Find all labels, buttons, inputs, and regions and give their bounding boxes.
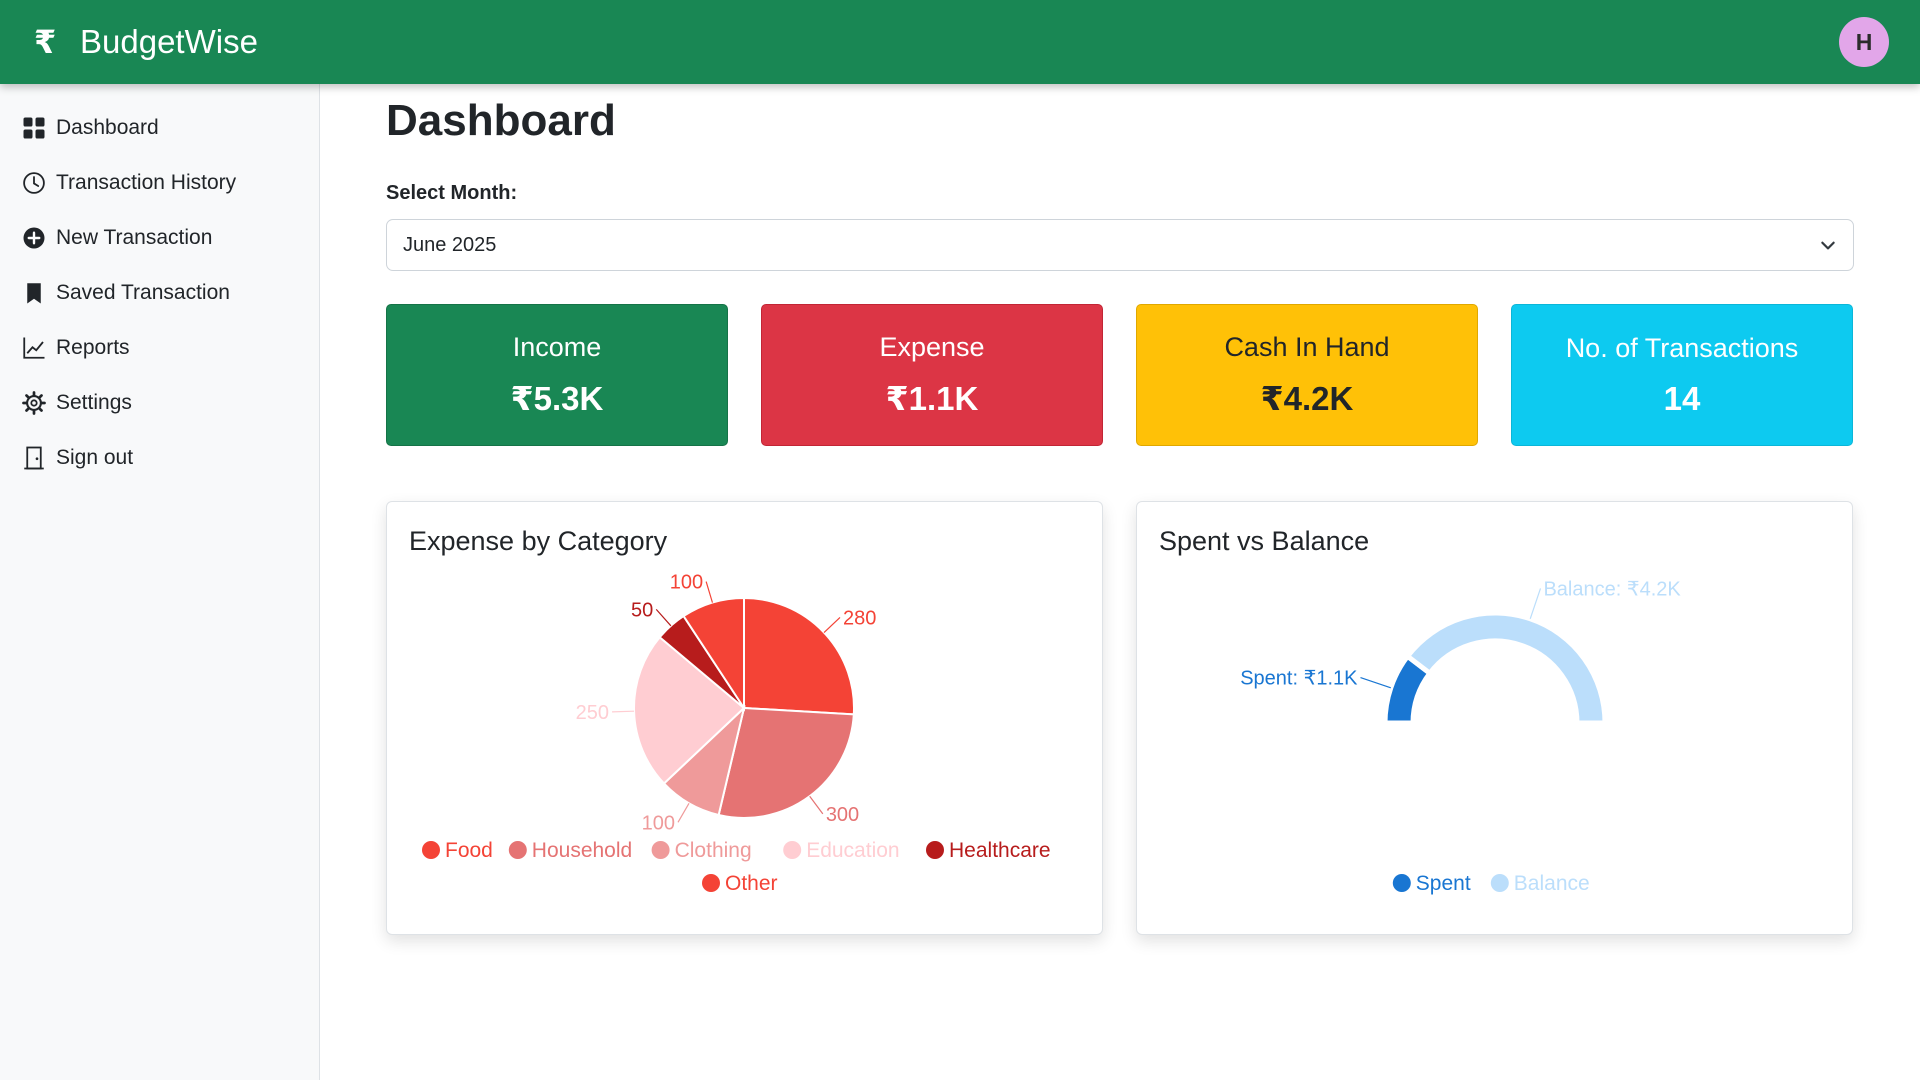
pie-data-label: 50 xyxy=(631,599,653,621)
legend-item-clothing: Clothing xyxy=(675,839,752,862)
chart-title: Spent vs Balance xyxy=(1159,526,1370,556)
sidebar-item-label: Reports xyxy=(56,335,130,359)
sidebar-item-new-transaction[interactable]: New Transaction xyxy=(0,210,319,265)
sidebar-item-label: Sign out xyxy=(56,445,134,469)
chart-title: Expense by Category xyxy=(409,526,668,556)
month-select-value: June 2025 xyxy=(403,233,497,256)
clock-icon xyxy=(23,171,45,194)
chevron-down-icon xyxy=(1821,241,1835,250)
pie-label-connector xyxy=(655,608,672,627)
gear-icon xyxy=(22,390,46,415)
legend-marker-healthcare xyxy=(926,841,944,859)
brand[interactable]: ₹ BudgetWise xyxy=(34,23,258,61)
cash-in-hand-value: ₹4.2K xyxy=(1260,380,1354,417)
transactions-count-card: No. of Transactions 14 xyxy=(1511,304,1853,446)
legend-item-spent: Spent xyxy=(1416,872,1471,895)
legend-marker-household xyxy=(508,841,527,859)
legend-item-balance: Balance xyxy=(1514,872,1590,895)
gauge-label-connector xyxy=(1529,588,1542,619)
sidebar-item-settings[interactable]: Settings xyxy=(0,375,319,430)
legend-item-healthcare: Healthcare xyxy=(949,839,1051,862)
legend-item-education: Education xyxy=(806,839,899,862)
transactions-count-value: 14 xyxy=(1663,379,1701,417)
legend-marker-spent xyxy=(1392,874,1411,892)
income-title: Income xyxy=(512,332,602,362)
gauge-segment-balance xyxy=(1404,610,1608,726)
top-navbar: ₹ BudgetWise H xyxy=(0,0,1920,84)
pie-data-label: 100 xyxy=(670,572,703,594)
charts-row: 280 300 100 250 50 100 Food Household Clothing Ed… xyxy=(386,501,1854,935)
grid-icon xyxy=(23,117,45,138)
pie-data-label: 280 xyxy=(843,607,876,629)
pie-data-label: 250 xyxy=(576,702,609,724)
legend-marker-clothing xyxy=(651,841,670,859)
sidebar-item-reports[interactable]: Reports xyxy=(0,320,319,375)
page-title: Dashboard xyxy=(386,96,616,145)
spent-balance-gauge-chart: Spent: ₹1.1K Balance: ₹4.2K Spent Balance xyxy=(1240,578,1681,895)
bookmark-icon xyxy=(27,282,41,303)
legend-marker-other xyxy=(702,874,720,892)
transactions-count-title: No. of Transactions xyxy=(1565,332,1799,363)
expense-title: Expense xyxy=(879,332,985,362)
door-icon xyxy=(24,446,44,469)
legend-marker-education xyxy=(783,841,802,859)
rupee-icon: ₹ xyxy=(34,24,57,60)
income-value: ₹5.3K xyxy=(510,380,604,417)
sidebar-item-sign-out[interactable]: Sign out xyxy=(0,430,319,485)
gauge-data-label: Spent: ₹1.1K xyxy=(1240,668,1358,690)
cash-in-hand-card: Cash In Hand ₹4.2K xyxy=(1136,304,1478,446)
pie-label-connector xyxy=(823,616,841,633)
pie-label-connector xyxy=(612,710,635,713)
legend-marker-food xyxy=(422,841,440,859)
sidebar-item-saved-transaction[interactable]: Saved Transaction xyxy=(0,265,319,320)
gauge-label-connector xyxy=(1360,676,1391,689)
expense-pie-chart: 280 300 100 250 50 100 Food Household Clothing Ed… xyxy=(422,572,1051,895)
user-avatar[interactable]: H xyxy=(1839,17,1889,67)
expense-by-category-card: 280 300 100 250 50 100 Food Household Clothing Ed… xyxy=(386,501,1103,935)
line-chart-icon xyxy=(23,337,45,359)
main-content: Dashboard Select Month: June 2025 Income… xyxy=(386,84,1854,935)
pie-data-label: 300 xyxy=(826,804,859,826)
sidebar-item-dashboard[interactable]: Dashboard xyxy=(0,100,319,155)
legend-item-food: Food xyxy=(445,839,493,862)
pie-label-connector xyxy=(705,581,714,603)
legend-marker-balance xyxy=(1490,874,1509,892)
sidebar-item-label: New Transaction xyxy=(56,225,213,249)
app-name: BudgetWise xyxy=(80,23,258,60)
pie-label-connector xyxy=(809,795,824,815)
sidebar-item-label: Transaction History xyxy=(56,170,237,194)
expense-value: ₹1.1K xyxy=(885,380,979,417)
spent-vs-balance-card: Spent: ₹1.1K Balance: ₹4.2K Spent Balance S… xyxy=(1136,501,1853,935)
pie-data-label: 100 xyxy=(642,812,675,834)
cash-in-hand-title: Cash In Hand xyxy=(1224,332,1390,362)
month-select[interactable]: June 2025 xyxy=(386,219,1854,271)
sidebar-item-label: Saved Transaction xyxy=(56,280,230,304)
income-card: Income ₹5.3K xyxy=(386,304,728,446)
sidebar-item-label: Dashboard xyxy=(56,115,159,139)
plus-circle-icon xyxy=(23,227,45,248)
pie-slice-food xyxy=(743,596,855,716)
legend-item-other: Other xyxy=(725,872,778,895)
sidebar-item-label: Settings xyxy=(56,390,132,414)
expense-card: Expense ₹1.1K xyxy=(761,304,1103,446)
sidebar: Dashboard Transaction History New Transa… xyxy=(0,84,320,1080)
pie-label-connector xyxy=(677,802,690,823)
legend-item-household: Household xyxy=(532,839,632,862)
gauge-data-label: Balance: ₹4.2K xyxy=(1543,578,1681,600)
summary-cards: Income ₹5.3K Expense ₹1.1K Cash In Hand … xyxy=(386,304,1854,446)
month-label: Select Month: xyxy=(386,182,518,204)
sidebar-item-transaction-history[interactable]: Transaction History xyxy=(0,155,319,210)
